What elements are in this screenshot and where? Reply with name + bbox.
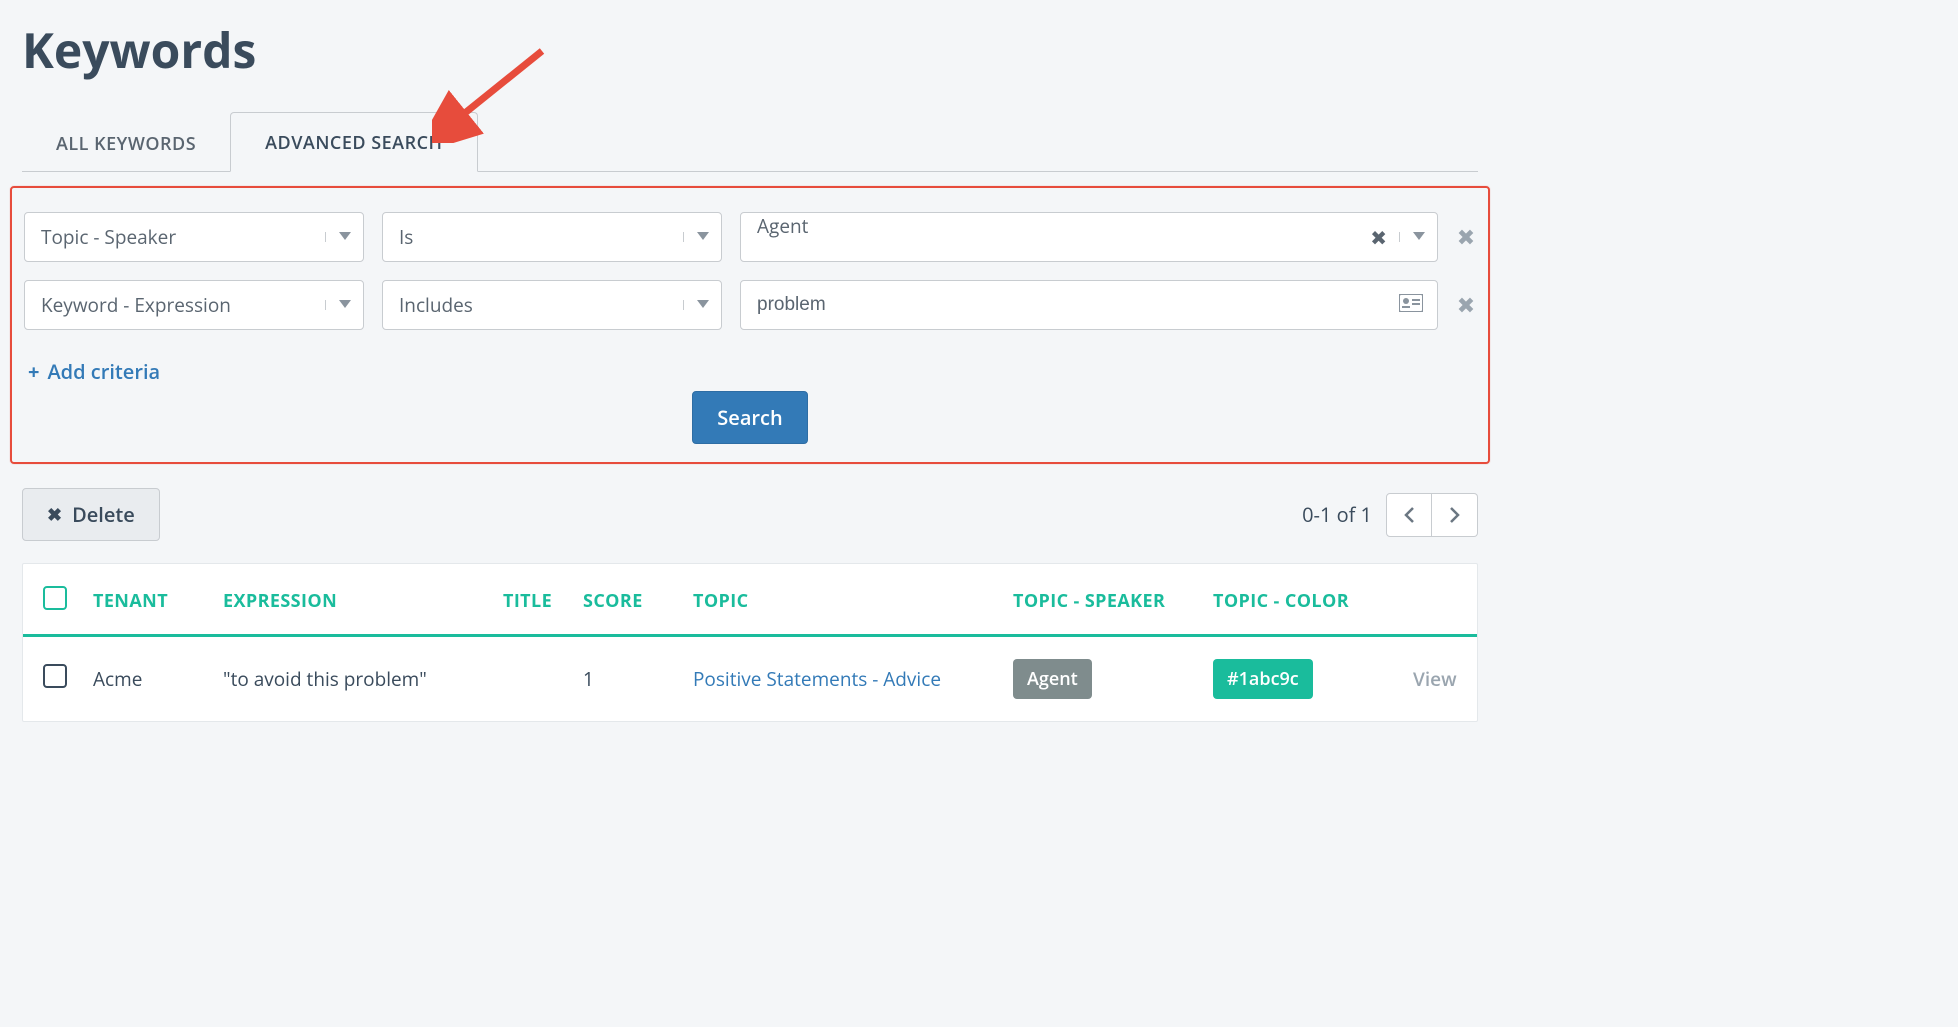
col-topic[interactable]: TOPIC — [693, 589, 1013, 613]
col-color[interactable]: TOPIC - COLOR — [1213, 589, 1413, 613]
criteria-operator-select[interactable]: Includes — [382, 280, 722, 330]
criteria-value-field[interactable] — [741, 281, 1385, 329]
remove-criteria-icon[interactable]: ✖ — [1456, 290, 1476, 320]
card-icon[interactable] — [1385, 294, 1437, 317]
table-row: Acme "to avoid this problem" 1 Positive … — [23, 637, 1477, 721]
col-title[interactable]: TITLE — [503, 589, 583, 613]
view-link[interactable]: View — [1413, 666, 1457, 692]
cell-tenant: Acme — [93, 666, 223, 692]
tab-all-keywords[interactable]: ALL KEYWORDS — [22, 114, 230, 172]
criteria-row: Keyword - Expression Includes — [24, 280, 1476, 330]
criteria-operator-label: Includes — [383, 292, 683, 318]
criteria-operator-select[interactable]: Is — [382, 212, 722, 262]
clear-icon[interactable]: ✖ — [1358, 224, 1399, 251]
col-expression[interactable]: EXPRESSION — [223, 589, 503, 613]
chevron-down-icon[interactable] — [325, 232, 363, 242]
page-title: Keywords — [22, 18, 1500, 83]
criteria-field-select[interactable]: Keyword - Expression — [24, 280, 364, 330]
col-score[interactable]: SCORE — [583, 589, 693, 613]
results-table: TENANT EXPRESSION TITLE SCORE TOPIC TOPI… — [22, 563, 1478, 722]
next-page-button[interactable] — [1432, 493, 1478, 537]
chevron-down-icon[interactable] — [1399, 232, 1437, 242]
advanced-search-panel: Topic - Speaker Is Agent ✖ ✖ — [10, 186, 1490, 464]
close-icon: ✖ — [47, 503, 62, 527]
chevron-right-icon — [1449, 507, 1461, 523]
criteria-field-select[interactable]: Topic - Speaker — [24, 212, 364, 262]
col-speaker[interactable]: TOPIC - SPEAKER — [1013, 589, 1213, 613]
speaker-badge: Agent — [1013, 659, 1092, 699]
chevron-down-icon[interactable] — [683, 232, 721, 242]
criteria-value-select[interactable]: Agent ✖ — [740, 212, 1438, 262]
table-header: TENANT EXPRESSION TITLE SCORE TOPIC TOPI… — [23, 564, 1477, 637]
select-all-checkbox[interactable] — [43, 586, 67, 610]
color-badge: #1abc9c — [1213, 659, 1313, 699]
chevron-left-icon — [1403, 507, 1415, 523]
pagination: 0-1 of 1 — [1302, 493, 1478, 537]
add-criteria-button[interactable]: + Add criteria — [28, 358, 160, 385]
chevron-down-icon[interactable] — [325, 300, 363, 310]
search-button[interactable]: Search — [692, 391, 807, 444]
delete-button[interactable]: ✖ Delete — [22, 488, 160, 541]
col-tenant[interactable]: TENANT — [93, 589, 223, 613]
cell-score: 1 — [583, 666, 693, 692]
row-checkbox[interactable] — [43, 664, 67, 688]
criteria-operator-label: Is — [383, 224, 683, 250]
criteria-value-input[interactable] — [740, 280, 1438, 330]
criteria-field-label: Topic - Speaker — [25, 224, 325, 250]
chevron-down-icon[interactable] — [683, 300, 721, 310]
cell-topic-link[interactable]: Positive Statements - Advice — [693, 666, 941, 692]
remove-criteria-icon[interactable]: ✖ — [1456, 222, 1476, 252]
delete-button-label: Delete — [72, 501, 135, 528]
tab-advanced-search[interactable]: ADVANCED SEARCH — [230, 112, 477, 172]
criteria-value-label: Agent — [741, 213, 1358, 261]
prev-page-button[interactable] — [1386, 493, 1432, 537]
criteria-field-label: Keyword - Expression — [25, 292, 325, 318]
tabs: ALL KEYWORDS ADVANCED SEARCH — [22, 111, 1478, 172]
add-criteria-label: Add criteria — [47, 358, 160, 385]
pagination-count: 0-1 of 1 — [1302, 501, 1372, 528]
plus-icon: + — [28, 358, 39, 385]
criteria-row: Topic - Speaker Is Agent ✖ ✖ — [24, 212, 1476, 262]
cell-expression: "to avoid this problem" — [223, 666, 503, 692]
